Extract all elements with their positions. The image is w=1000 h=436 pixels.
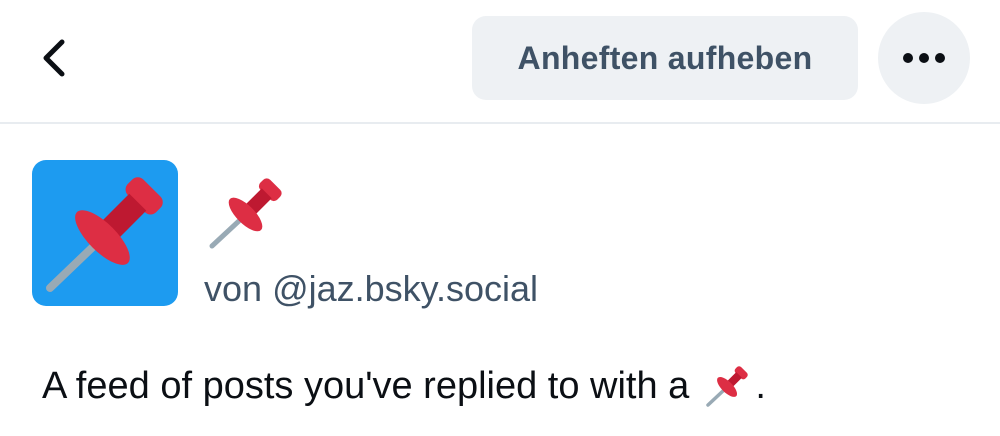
feed-description: A feed of posts you've replied to with a…	[42, 362, 766, 410]
feed-name-emoji	[204, 172, 286, 254]
back-button[interactable]	[30, 34, 78, 82]
header: Anheften aufheben	[0, 0, 1000, 124]
ellipsis-dot	[935, 53, 945, 63]
feed-creator: von @jaz.bsky.social	[204, 268, 538, 310]
pushpin-icon	[46, 177, 163, 292]
unpin-feed-button[interactable]: Anheften aufheben	[472, 16, 858, 100]
description-text: A feed of posts you've replied to with a	[42, 364, 690, 407]
feed-avatar[interactable]	[32, 160, 178, 306]
creator-prefix: von	[204, 268, 263, 309]
more-options-button[interactable]	[878, 12, 970, 104]
pushpin-icon	[209, 178, 282, 249]
chevron-left-icon	[43, 39, 65, 77]
pushpin-icon	[703, 362, 751, 410]
description-end: .	[755, 364, 766, 407]
creator-handle[interactable]: @jaz.bsky.social	[272, 268, 538, 309]
ellipsis-icon	[903, 53, 913, 63]
ellipsis-dot	[919, 53, 929, 63]
